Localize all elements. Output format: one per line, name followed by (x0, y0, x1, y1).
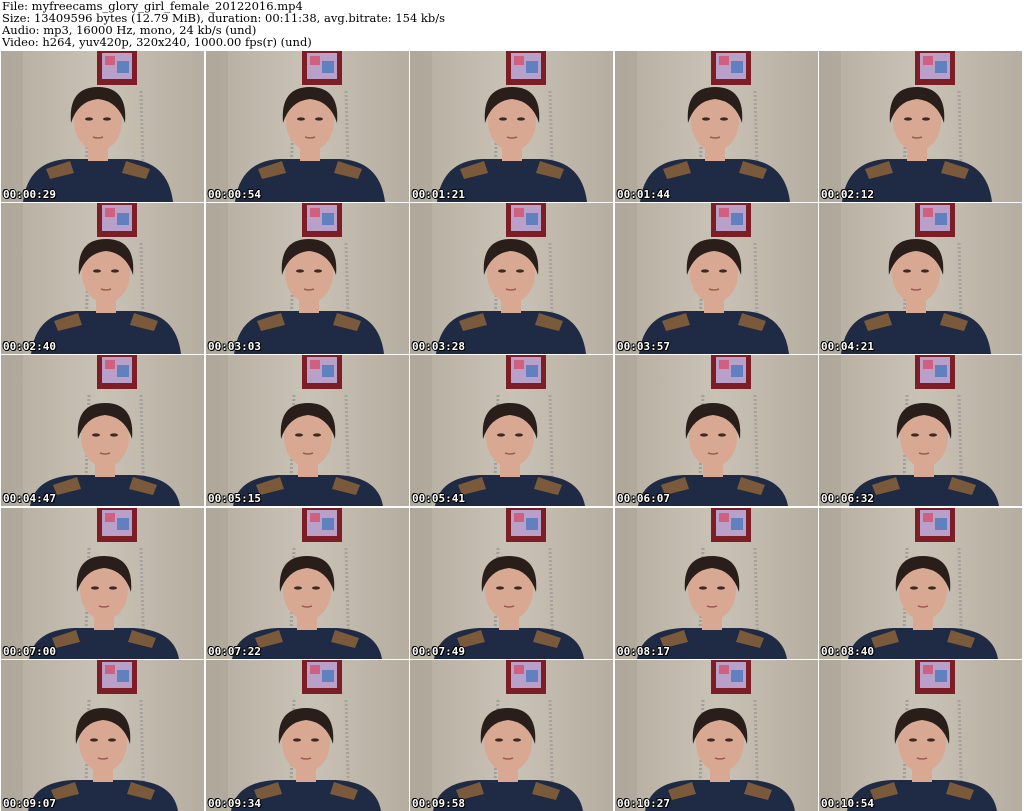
frame-timestamp: 00:00:29 (3, 188, 56, 201)
webcam-frame-image (206, 355, 409, 506)
video-thumbnail: 00:03:03 (206, 203, 409, 354)
frame-timestamp: 00:07:00 (3, 645, 56, 658)
video-thumbnail: 00:02:40 (1, 203, 204, 354)
frame-timestamp: 00:02:40 (3, 340, 56, 353)
frame-timestamp: 00:02:12 (821, 188, 874, 201)
webcam-frame-image (615, 660, 818, 811)
frame-timestamp: 00:07:22 (208, 645, 261, 658)
webcam-frame-image (206, 51, 409, 202)
thumbnail-grid: 00:00:29 00:00:54 00:01:21 00:01:44 00:02:12… (0, 50, 1024, 811)
webcam-frame-image (819, 508, 1022, 659)
frame-timestamp: 00:09:34 (208, 797, 261, 810)
video-thumbnail: 00:03:57 (615, 203, 818, 354)
webcam-frame-image (1, 51, 204, 202)
video-info-line: Video: h264, yuv420p, 320x240, 1000.00 f… (2, 35, 312, 49)
webcam-frame-image (1, 203, 204, 354)
video-thumbnail: 00:00:54 (206, 51, 409, 202)
video-thumbnail: 00:08:17 (615, 508, 818, 659)
webcam-frame-image (410, 660, 613, 811)
frame-timestamp: 00:09:07 (3, 797, 56, 810)
webcam-frame-image (615, 355, 818, 506)
video-thumbnail: 00:02:12 (819, 51, 1022, 202)
frame-timestamp: 00:01:21 (412, 188, 465, 201)
video-thumbnail: 00:07:49 (410, 508, 613, 659)
webcam-frame-image (410, 203, 613, 354)
frame-timestamp: 00:06:32 (821, 492, 874, 505)
video-thumbnail: 00:01:44 (615, 51, 818, 202)
frame-timestamp: 00:10:27 (617, 797, 670, 810)
webcam-frame-image (615, 51, 818, 202)
frame-timestamp: 00:04:47 (3, 492, 56, 505)
frame-timestamp: 00:08:40 (821, 645, 874, 658)
video-thumbnail: 00:03:28 (410, 203, 613, 354)
webcam-frame-image (819, 660, 1022, 811)
webcam-frame-image (1, 660, 204, 811)
webcam-frame-image (1, 508, 204, 659)
frame-timestamp: 00:05:15 (208, 492, 261, 505)
frame-timestamp: 00:04:21 (821, 340, 874, 353)
video-thumbnail: 00:05:41 (410, 355, 613, 506)
frame-timestamp: 00:03:57 (617, 340, 670, 353)
video-thumbnail: 00:00:29 (1, 51, 204, 202)
video-thumbnail: 00:10:27 (615, 660, 818, 811)
webcam-frame-image (819, 51, 1022, 202)
frame-timestamp: 00:10:54 (821, 797, 874, 810)
webcam-frame-image (819, 355, 1022, 506)
frame-timestamp: 00:03:28 (412, 340, 465, 353)
video-thumbnail: 00:09:34 (206, 660, 409, 811)
webcam-frame-image (615, 203, 818, 354)
video-thumbnail: 00:04:47 (1, 355, 204, 506)
frame-timestamp: 00:09:58 (412, 797, 465, 810)
frame-timestamp: 00:06:07 (617, 492, 670, 505)
webcam-frame-image (615, 508, 818, 659)
webcam-frame-image (410, 355, 613, 506)
video-thumbnail: 00:08:40 (819, 508, 1022, 659)
video-thumbnail: 00:06:07 (615, 355, 818, 506)
video-thumbnail: 00:06:32 (819, 355, 1022, 506)
video-thumbnail: 00:09:58 (410, 660, 613, 811)
file-info-header: File: myfreecams_glory_girl_female_20122… (0, 0, 1024, 50)
video-thumbnail: 00:09:07 (1, 660, 204, 811)
webcam-frame-image (819, 203, 1022, 354)
webcam-frame-image (1, 355, 204, 506)
video-thumbnail: 00:04:21 (819, 203, 1022, 354)
frame-timestamp: 00:00:54 (208, 188, 261, 201)
video-thumbnail: 00:07:00 (1, 508, 204, 659)
webcam-frame-image (410, 508, 613, 659)
webcam-frame-image (206, 508, 409, 659)
webcam-frame-image (206, 660, 409, 811)
frame-timestamp: 00:08:17 (617, 645, 670, 658)
webcam-frame-image (410, 51, 613, 202)
frame-timestamp: 00:01:44 (617, 188, 670, 201)
video-thumbnail: 00:07:22 (206, 508, 409, 659)
frame-timestamp: 00:05:41 (412, 492, 465, 505)
video-thumbnail: 00:10:54 (819, 660, 1022, 811)
video-thumbnail: 00:05:15 (206, 355, 409, 506)
frame-timestamp: 00:03:03 (208, 340, 261, 353)
frame-timestamp: 00:07:49 (412, 645, 465, 658)
webcam-frame-image (206, 203, 409, 354)
video-thumbnail: 00:01:21 (410, 51, 613, 202)
